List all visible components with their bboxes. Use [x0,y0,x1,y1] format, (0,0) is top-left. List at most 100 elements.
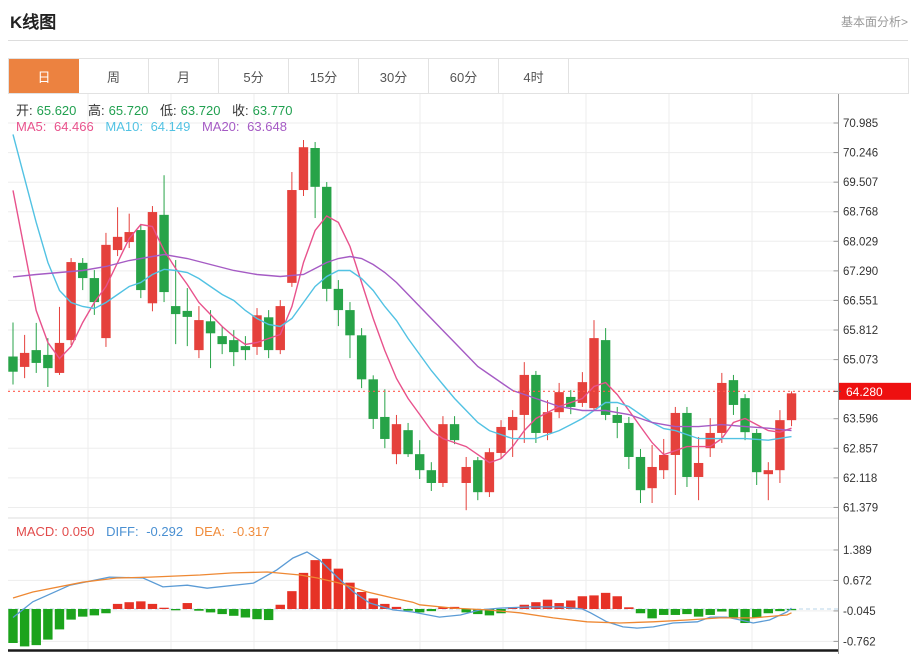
macd-bar [775,609,784,611]
macd-bar [125,602,134,609]
candle-body [787,393,796,420]
tab-30分[interactable]: 30分 [359,59,429,93]
macd-bar [403,609,412,611]
kline-chart[interactable]: 64.28070.98570.24669.50768.76868.02967.2… [0,0,913,654]
macd-bar [613,596,622,609]
fundamental-analysis-link[interactable]: 基本面分析> [841,13,908,30]
candle-body [66,262,75,340]
tab-5分[interactable]: 5分 [219,59,289,93]
y-axis-label: 62.118 [843,473,877,485]
ma20-label: MA20: [202,119,240,134]
macd-bar [241,609,250,618]
y-axis-label: 68.768 [843,207,878,219]
candle-body [322,187,331,289]
diff-value: -0.292 [146,524,183,539]
candle-body [461,467,470,483]
candle-body [32,350,41,363]
tab-15分[interactable]: 15分 [289,59,359,93]
macd-bar [183,603,192,609]
macd-bar [392,607,401,609]
macd-bar [682,609,691,614]
candle-body [392,424,401,454]
macd-bar [310,560,319,609]
macd-bar [415,609,424,612]
macd-bar [148,604,157,609]
candle-body [206,321,215,333]
y-axis-label: 70.985 [843,118,878,130]
candle-body [345,310,354,335]
low-label: 低: [160,103,177,118]
candle-body [543,412,552,433]
ma-row: MA5: 64.466 MA10: 64.149 MA20: 63.648 [16,119,295,134]
ma10-line [13,134,792,440]
macd-bar [20,609,29,646]
candle-body [659,455,668,470]
candle-body [113,237,122,250]
tab-4时[interactable]: 4时 [499,59,569,93]
candles [8,140,796,510]
candle-body [403,430,412,454]
macd-bar [43,609,52,640]
y-axis-label: 0.672 [843,575,872,587]
macd-bar [101,609,110,613]
macd-bar [55,609,64,629]
candle-body [496,427,505,453]
ma5-label: MA5: [16,119,46,134]
y-axis-label: 68.029 [843,236,878,248]
ohlc-row: 开:65.620 高:65.720 低:63.720 收:63.770 [16,100,300,119]
macd-bar [531,602,540,609]
tab-日[interactable]: 日 [9,59,79,93]
candle-body [613,415,622,423]
macd-bar [264,609,273,620]
high-label: 高: [88,103,105,118]
close-value: 63.770 [253,103,293,118]
macd-bar [647,609,656,618]
macd-bar [554,603,563,609]
macd-bar [589,595,598,609]
candle-body [764,470,773,474]
tab-60分[interactable]: 60分 [429,59,499,93]
y-axis-label: -0.762 [843,636,876,648]
macd-bar [764,609,773,613]
macd-bar [287,591,296,609]
macd-bar [136,601,145,609]
macd-bar [636,609,645,613]
candle-body [508,417,517,430]
candle-body [310,148,319,187]
macd-bar [624,607,633,609]
dea-label: DEA: [195,524,225,539]
close-label: 收: [232,103,249,118]
macd-value: 0.050 [62,524,95,539]
candle-body [136,230,145,290]
y-axis-label: 65.073 [843,355,878,367]
macd-bar [194,609,203,611]
ma5-value: 64.466 [54,119,94,134]
macd-bar [159,608,168,609]
candle-body [554,392,563,412]
grid [8,94,838,650]
candle-body [775,420,784,470]
candle-body [299,147,308,190]
macd-row: MACD:0.050 DIFF: -0.292 DEA: -0.317 [16,524,278,539]
macd-bar [206,609,215,612]
macd-label: MACD: [16,524,58,539]
diff-line [13,552,792,628]
macd-bar [729,609,738,618]
tab-月[interactable]: 月 [149,59,219,93]
macd-bar [578,596,587,609]
diff-label: DIFF: [106,524,139,539]
candle-body [183,311,192,317]
candle-body [647,467,656,488]
candle-body [287,190,296,283]
dea-line [13,572,792,623]
y-axis-label: 62.857 [843,443,878,455]
candle-body [694,463,703,477]
macd-bar [659,609,668,615]
candle-body [43,355,52,368]
macd-bar [671,609,680,615]
candle-body [217,336,226,344]
candle-body [241,346,250,350]
tab-周[interactable]: 周 [79,59,149,93]
candle-body [8,357,17,372]
low-value: 63.720 [181,103,221,118]
